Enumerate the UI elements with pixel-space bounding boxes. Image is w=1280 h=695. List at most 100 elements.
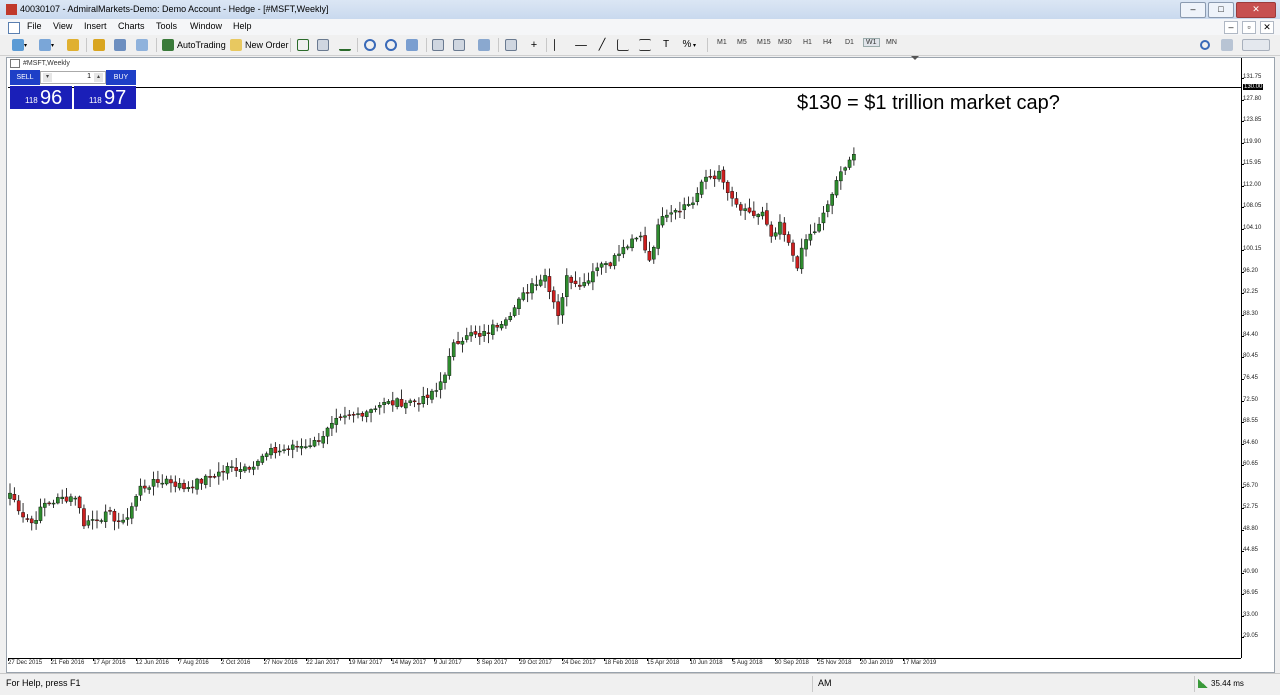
- market-watch-button[interactable]: [67, 38, 79, 52]
- channel-button[interactable]: [639, 38, 651, 52]
- search-button[interactable]: [1200, 38, 1210, 52]
- shapes-icon: %: [682, 39, 692, 50]
- chart-annotation-text[interactable]: $130 = $1 trillion market cap?: [797, 92, 1060, 115]
- fibonacci-button[interactable]: [617, 38, 629, 52]
- new-chart-icon: [12, 39, 24, 51]
- autotrading-button[interactable]: AutoTrading: [162, 38, 226, 52]
- maximize-button[interactable]: □: [1208, 2, 1234, 18]
- menu-file[interactable]: File: [27, 21, 42, 31]
- timeframe-h1[interactable]: H1: [803, 39, 812, 46]
- timeframe-h4[interactable]: H4: [823, 39, 832, 46]
- buy-price-button[interactable]: 118 97: [74, 86, 136, 109]
- new-chart-button[interactable]: ▾: [12, 38, 27, 52]
- candle-up: [756, 214, 760, 218]
- candle-down: [360, 413, 365, 417]
- timeframe-m1[interactable]: M1: [717, 39, 727, 46]
- price-chart[interactable]: [8, 70, 1241, 658]
- timeframe-mn[interactable]: MN: [886, 39, 897, 46]
- candle-up: [264, 453, 269, 457]
- chart-shift-button[interactable]: [453, 38, 465, 52]
- candle-up: [129, 506, 134, 519]
- lot-increase-button[interactable]: ▴: [94, 73, 103, 82]
- menu-window[interactable]: Window: [190, 21, 222, 31]
- candle-down: [547, 276, 552, 293]
- x-tick: [135, 658, 137, 661]
- lot-decrease-button[interactable]: ▾: [43, 73, 52, 82]
- candle-up: [656, 224, 660, 249]
- line-chart-button[interactable]: [339, 38, 351, 52]
- menu-tools[interactable]: Tools: [156, 21, 177, 31]
- auto-scroll-button[interactable]: [432, 38, 444, 52]
- candle-up: [90, 519, 95, 521]
- x-tick: [348, 658, 350, 661]
- one-click-trading-panel: SELL ▾ 1 ▴ BUY 118 96 118 97: [10, 70, 136, 109]
- profiles-button[interactable]: ▾: [39, 38, 54, 52]
- zoom-in-button[interactable]: [364, 38, 376, 52]
- lot-size-value[interactable]: 1: [87, 73, 91, 80]
- candle-down: [82, 508, 86, 527]
- menu-help[interactable]: Help: [233, 21, 252, 31]
- menu-charts[interactable]: Charts: [118, 21, 145, 31]
- community-button[interactable]: [1242, 38, 1270, 52]
- minimize-button[interactable]: ‒: [1180, 2, 1206, 18]
- candlestick-icon: [317, 39, 329, 51]
- timeframe-m5[interactable]: M5: [737, 39, 747, 46]
- horizontal-line-button[interactable]: [575, 38, 587, 52]
- shapes-button[interactable]: % ▾: [681, 38, 696, 52]
- menu-insert[interactable]: Insert: [84, 21, 107, 31]
- candle-up: [99, 520, 104, 522]
- tile-windows-button[interactable]: [406, 38, 418, 52]
- timeframe-m15[interactable]: M15: [757, 39, 771, 46]
- title-bar: 40030107 - AdmiralMarkets-Demo: Demo Acc…: [0, 0, 1280, 20]
- candle-up: [565, 275, 569, 297]
- vertical-line-button[interactable]: [554, 38, 555, 52]
- price-level-line[interactable]: [8, 87, 1241, 88]
- x-tick-label: 30 Sep 2018: [774, 660, 809, 666]
- x-tick: [604, 658, 606, 661]
- crosshair-button[interactable]: +: [528, 38, 540, 52]
- y-tick-label: 60.65: [1243, 461, 1259, 467]
- sell-button[interactable]: SELL: [10, 70, 40, 85]
- timeframe-d1[interactable]: D1: [845, 39, 854, 46]
- trendline-button[interactable]: ╱: [596, 38, 608, 52]
- y-tick-label: 36.95: [1243, 590, 1259, 596]
- indicators-button[interactable]: [478, 38, 490, 52]
- candle-up: [434, 390, 439, 392]
- candle-down: [143, 485, 147, 489]
- candle-up: [517, 298, 521, 309]
- chart-tab[interactable]: #MSFT,Weekly: [10, 58, 70, 68]
- x-tick: [519, 658, 521, 661]
- new-order-button[interactable]: New Order: [230, 38, 289, 52]
- mdi-minimize-button[interactable]: ‒: [1224, 21, 1238, 34]
- candlestick-chart-button[interactable]: [317, 38, 329, 52]
- bar-chart-button[interactable]: [297, 38, 309, 52]
- signals-button[interactable]: [136, 38, 148, 52]
- candle-up: [8, 492, 12, 499]
- lot-size-field[interactable]: ▾ 1 ▴: [40, 71, 106, 84]
- timeframe-w1[interactable]: W1: [863, 38, 880, 47]
- candle-up: [43, 502, 47, 508]
- candle-down: [208, 476, 212, 478]
- candle-down: [643, 235, 647, 251]
- candle-up: [652, 247, 656, 260]
- candle-down: [47, 502, 51, 505]
- fibonacci-icon: [617, 39, 629, 51]
- sell-price-button[interactable]: 118 96: [10, 86, 72, 109]
- x-tick-label: 17 Mar 2019: [902, 660, 937, 666]
- text-button[interactable]: T: [660, 38, 672, 52]
- mdi-restore-button[interactable]: ▫: [1242, 21, 1256, 34]
- menu-view[interactable]: View: [53, 21, 72, 31]
- chart-shift-marker[interactable]: [911, 56, 919, 60]
- timeframe-m30[interactable]: M30: [778, 39, 792, 46]
- cursor-button[interactable]: [505, 38, 517, 52]
- close-button[interactable]: ✕: [1236, 2, 1276, 18]
- chat-button[interactable]: [1221, 38, 1233, 52]
- terminal-button[interactable]: [114, 38, 126, 52]
- candle-down: [182, 483, 186, 490]
- candle-up: [464, 335, 469, 340]
- buy-button[interactable]: BUY: [106, 70, 136, 85]
- time-axis-line: [8, 658, 1241, 659]
- zoom-out-button[interactable]: [385, 38, 397, 52]
- navigator-button[interactable]: [93, 38, 105, 52]
- mdi-close-button[interactable]: ✕: [1260, 21, 1274, 34]
